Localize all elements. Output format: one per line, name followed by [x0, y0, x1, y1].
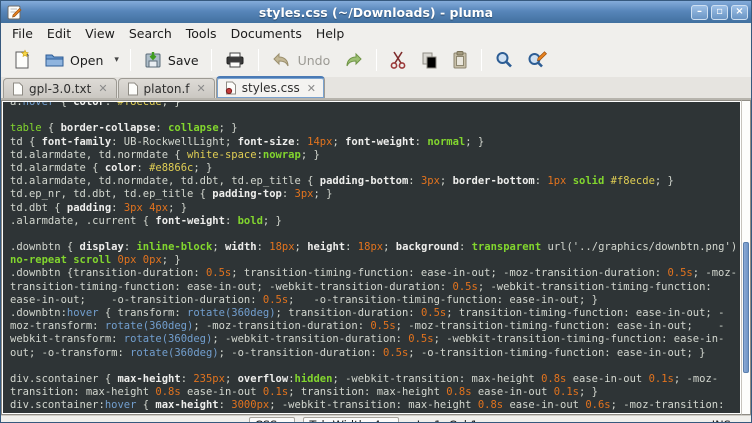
pluma-window: styles.css (~/Downloads) - pluma – ▫ × F…: [0, 0, 752, 423]
code-line: .downbtn:hover { transform: rotate(360de…: [10, 307, 740, 320]
new-document-icon: [12, 49, 32, 71]
modified-document-icon: [225, 81, 237, 95]
code-line: out; -o-transform: rotate(360deg); -o-tr…: [10, 347, 740, 360]
menu-search[interactable]: Search: [122, 24, 179, 43]
code-line: moz-transform: rotate(360deg); -moz-tran…: [10, 320, 740, 333]
code-line: .downbtn {transition-duration: 0.5s; tra…: [10, 267, 740, 280]
menu-tools[interactable]: Tools: [179, 24, 224, 43]
titlebar[interactable]: styles.css (~/Downloads) - pluma – ▫ ×: [1, 1, 751, 23]
open-folder-icon: [44, 51, 65, 69]
code-line: table { border-collapse: collapse; }: [10, 122, 740, 135]
code-line: div.scontainer { max-height: 235px; over…: [10, 373, 740, 386]
print-icon: [224, 50, 246, 70]
cut-scissors-icon: [389, 50, 407, 70]
save-button-label: Save: [168, 53, 199, 68]
open-button-label: Open: [70, 53, 103, 68]
save-icon: [143, 50, 163, 70]
language-select-value: CSS: [255, 418, 278, 423]
tab-width-value: Tab Width: 4: [309, 418, 380, 423]
code-content: a:hover { color: #f8ecde; } table { bord…: [10, 102, 740, 413]
tab-label: styles.css: [242, 81, 300, 95]
undo-button-label: Undo: [298, 53, 331, 68]
document-icon: [127, 82, 139, 96]
find-button[interactable]: [489, 47, 519, 73]
vertical-scrollbar[interactable]: [741, 100, 751, 415]
code-line: .alarmdate, .current { font-weight: bold…: [10, 215, 740, 228]
search-icon: [494, 50, 514, 70]
text-editor[interactable]: a:hover { color: #f8ecde; } table { bord…: [3, 102, 740, 413]
code-line: webkit-transform: rotate(360deg); -webki…: [10, 333, 740, 346]
editor-frame: a:hover { color: #f8ecde; } table { bord…: [1, 100, 741, 415]
code-line: td.dbt { padding: 3px 4px; }: [10, 202, 740, 215]
tab-close-icon[interactable]: ✕: [98, 82, 107, 95]
redo-icon: [342, 51, 364, 69]
document-icon: [12, 82, 24, 96]
save-button[interactable]: Save: [138, 47, 204, 73]
tab-platon-f[interactable]: platon.f ✕: [118, 78, 215, 98]
code-line: [10, 109, 740, 122]
code-line: td.ep_nr, td.dbt, td.ep_title { padding-…: [10, 188, 740, 201]
code-line: transition: max-height 0.8s ease-in-out …: [10, 386, 740, 399]
tab-width-select[interactable]: Tab Width: 4: [303, 417, 398, 423]
code-line: [10, 360, 740, 373]
code-line: [10, 228, 740, 241]
undo-icon: [271, 51, 293, 69]
menu-help[interactable]: Help: [309, 24, 352, 43]
menu-view[interactable]: View: [78, 24, 122, 43]
cursor-position: Ln 1, Col 1: [417, 418, 478, 423]
insert-mode-indicator: INS: [712, 418, 745, 423]
close-button[interactable]: ×: [731, 5, 748, 20]
cut-button[interactable]: [384, 47, 412, 73]
paste-button[interactable]: [446, 47, 474, 73]
toolbar-separator: [376, 49, 377, 71]
minimize-button[interactable]: –: [691, 5, 708, 20]
copy-icon: [419, 50, 439, 70]
code-line: a:hover { color: #f8ecde; }: [10, 102, 740, 109]
menubar: File Edit View Search Tools Documents He…: [1, 23, 751, 43]
code-line: .downbtn { display: inline-block; width:…: [10, 241, 740, 254]
editor-area: a:hover { color: #f8ecde; } table { bord…: [1, 99, 751, 415]
code-line: td.alarmdate, td.normdate { white-space:…: [10, 149, 740, 162]
code-line: transition-timing-function: ease-in-out;…: [10, 281, 740, 294]
copy-button[interactable]: [414, 47, 444, 73]
tab-label: platon.f: [144, 82, 190, 96]
tab-label: gpl-3.0.txt: [29, 82, 91, 96]
tab-styles-css[interactable]: styles.css ✕: [216, 76, 325, 98]
window-title: styles.css (~/Downloads) - pluma: [1, 5, 751, 20]
new-document-button[interactable]: [7, 46, 37, 74]
menu-file[interactable]: File: [5, 24, 40, 43]
code-line: td.alarmdate, td.normdate, td.dbt, td.ep…: [10, 175, 740, 188]
menu-edit[interactable]: Edit: [40, 24, 78, 43]
tab-gpl-3-0-txt[interactable]: gpl-3.0.txt ✕: [3, 78, 117, 98]
code-line: ease-in-out; -o-transition-duration: 0.5…: [10, 294, 740, 307]
toolbar-separator: [481, 49, 482, 71]
tab-close-icon[interactable]: ✕: [197, 82, 206, 95]
tab-close-icon[interactable]: ✕: [307, 82, 316, 95]
maximize-button[interactable]: ▫: [711, 5, 728, 20]
scrollbar-thumb[interactable]: [743, 242, 749, 373]
paste-clipboard-icon: [451, 50, 469, 70]
statusbar: CSS Tab Width: 4 Ln 1, Col 1 INS: [1, 415, 751, 423]
tabbar: gpl-3.0.txt ✕ platon.f ✕ styles.css ✕: [1, 77, 751, 99]
pluma-app-icon: [6, 4, 23, 21]
code-line: no-repeat scroll 0px 0px; }: [10, 254, 740, 267]
replace-button[interactable]: [521, 47, 553, 73]
redo-button[interactable]: [337, 48, 369, 72]
language-select[interactable]: CSS: [249, 417, 296, 423]
menu-documents[interactable]: Documents: [224, 24, 309, 43]
toolbar: Open ▾ Save Undo: [1, 43, 751, 77]
print-button[interactable]: [219, 47, 251, 73]
toolbar-separator: [258, 49, 259, 71]
toolbar-separator: [211, 49, 212, 71]
code-line: td { font-family: UB-RockwellLight; font…: [10, 136, 740, 149]
code-line: div.scontainer:hover { max-height: 3000p…: [10, 399, 740, 412]
undo-button[interactable]: Undo: [266, 48, 336, 72]
open-dropdown-arrow[interactable]: ▾: [110, 55, 123, 65]
search-replace-icon: [526, 50, 548, 70]
code-line: td.alarmdate { color: #e8866c; }: [10, 162, 740, 175]
toolbar-separator: [130, 49, 131, 71]
open-button[interactable]: Open: [39, 48, 108, 72]
